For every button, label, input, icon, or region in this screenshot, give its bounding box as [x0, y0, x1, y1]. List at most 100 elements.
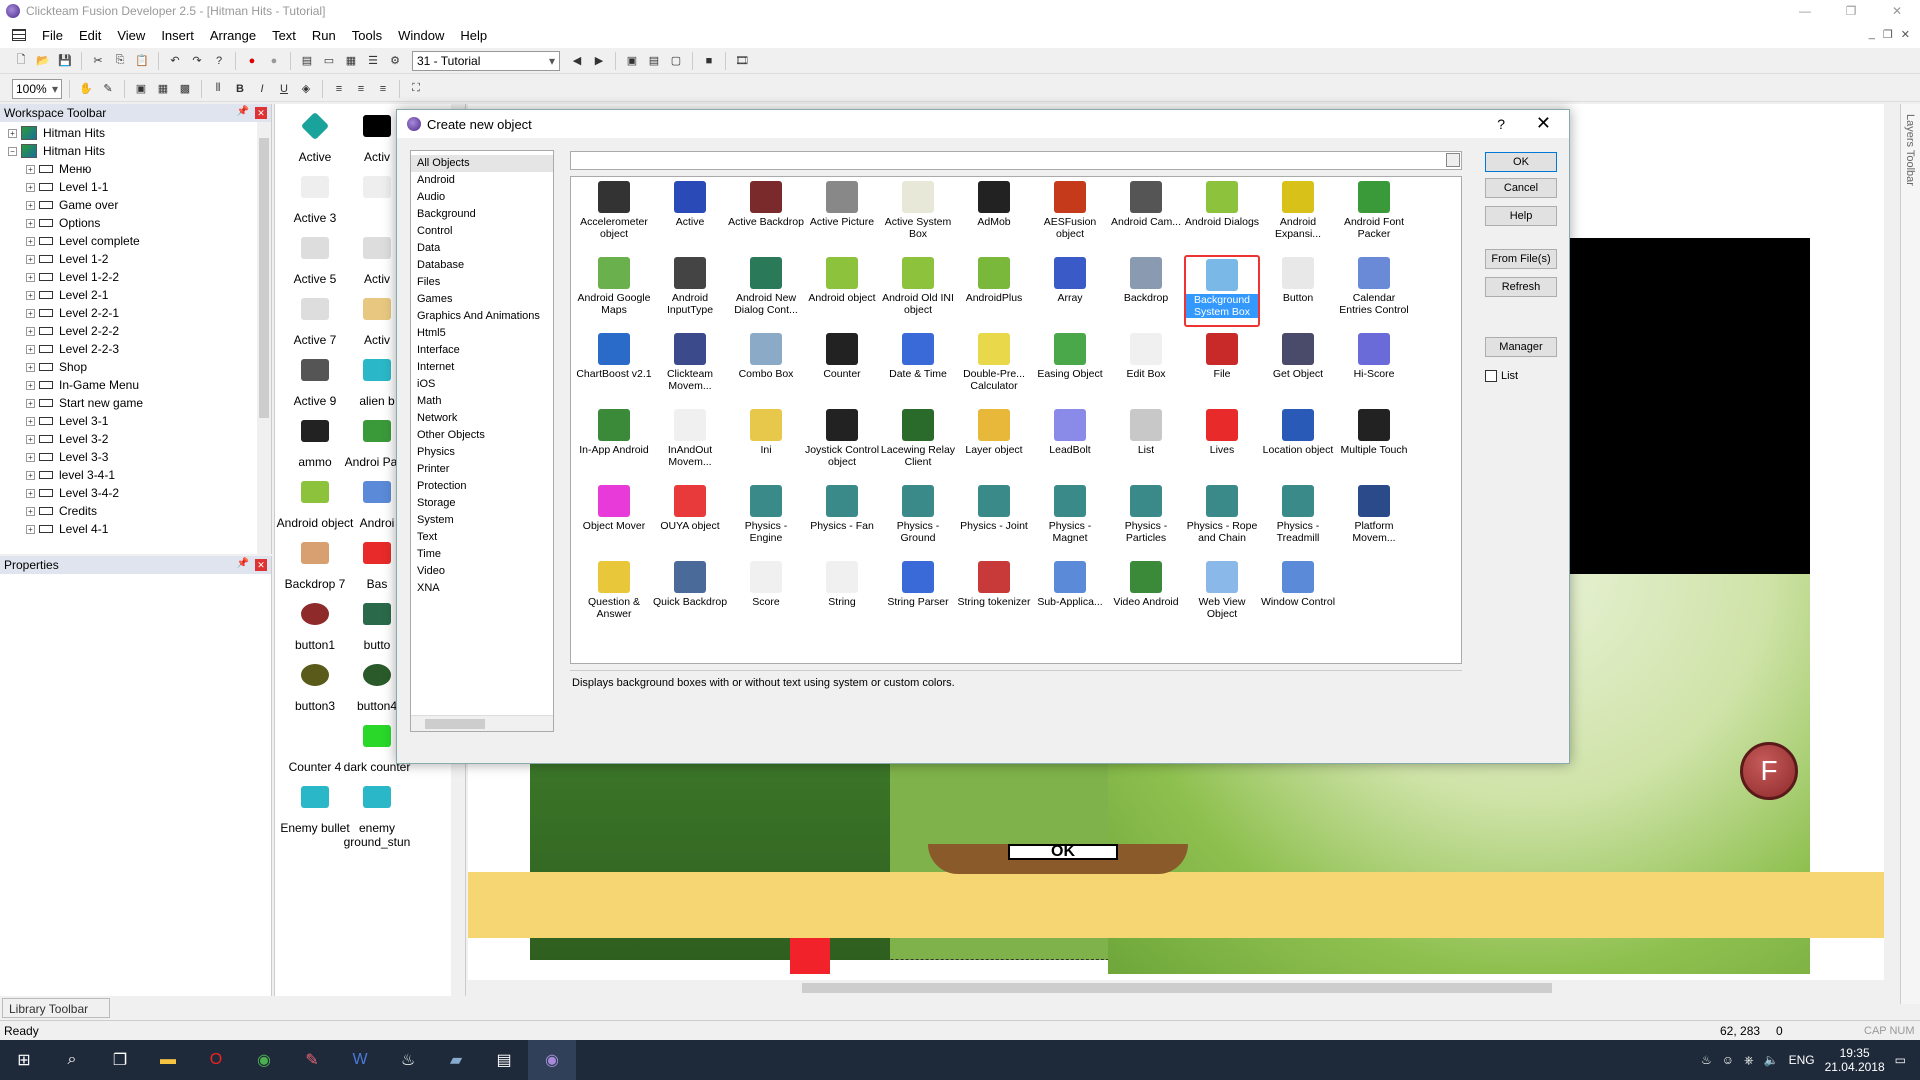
object-type-item[interactable]: Physics - Treadmill [1260, 483, 1336, 555]
build-icon[interactable]: ▢ [667, 52, 685, 70]
object-type-item[interactable]: Physics - Joint [956, 483, 1032, 555]
expand-icon[interactable]: + [8, 128, 17, 138]
frame-vertical-scrollbar[interactable] [1884, 104, 1900, 980]
category-item[interactable]: Control [411, 223, 553, 240]
category-item[interactable]: Network [411, 410, 553, 427]
category-scrollbar[interactable] [411, 715, 553, 731]
category-item[interactable]: System [411, 512, 553, 529]
f-button-object[interactable]: F [1740, 742, 1798, 800]
tree-item[interactable]: + Level 3-3 [0, 448, 271, 466]
tree-item[interactable]: + Credits [0, 502, 271, 520]
forward-icon[interactable]: ● [265, 52, 283, 70]
language-indicator[interactable]: ENG [1789, 1053, 1815, 1067]
category-item[interactable]: Data [411, 240, 553, 257]
object-type-item[interactable]: AESFusion object [1032, 179, 1108, 251]
category-item[interactable]: Printer [411, 461, 553, 478]
fusion-icon[interactable]: ◉ [528, 1040, 576, 1080]
minimize-icon[interactable]: — [1782, 0, 1828, 22]
pick-icon[interactable]: ✎ [99, 80, 117, 98]
object-type-item[interactable]: Physics - Particles [1108, 483, 1184, 555]
cut-icon[interactable]: ✂ [89, 52, 107, 70]
object-type-item[interactable]: Android Expansi... [1260, 179, 1336, 251]
expand-icon[interactable]: + [26, 398, 35, 408]
tree-item[interactable]: + Level 2-2-3 [0, 340, 271, 358]
expand-icon[interactable]: + [26, 470, 35, 480]
object-type-item[interactable]: String Parser [880, 559, 956, 631]
tree-item[interactable]: + Level 3-4-2 [0, 484, 271, 502]
category-item[interactable]: Files [411, 274, 553, 291]
network-tray-icon[interactable]: ⎈ [1744, 1053, 1754, 1068]
align-center-icon[interactable]: ≡ [352, 80, 370, 98]
object-type-item[interactable]: Video Android [1108, 559, 1184, 631]
object-type-item[interactable]: Location object [1260, 407, 1336, 479]
category-item[interactable]: All Objects [411, 155, 553, 172]
category-item[interactable]: Storage [411, 495, 553, 512]
document-icon[interactable]: ▤ [480, 1040, 528, 1080]
category-item[interactable]: Background [411, 206, 553, 223]
expand-icon[interactable]: + [26, 218, 35, 228]
underline-icon[interactable]: U [275, 80, 293, 98]
word-icon[interactable]: W [336, 1040, 384, 1080]
paste-icon[interactable]: 📋 [133, 52, 151, 70]
cancel-button[interactable]: Cancel [1485, 178, 1557, 198]
start-icon[interactable]: ⊞ [0, 1040, 48, 1080]
object-type-item[interactable]: LeadBolt [1032, 407, 1108, 479]
tree-item[interactable]: + Level 2-2-1 [0, 304, 271, 322]
object-type-item[interactable]: AndroidPlus [956, 255, 1032, 327]
refresh-button[interactable]: Refresh [1485, 277, 1557, 297]
object-type-item[interactable]: Question & Answer [576, 559, 652, 631]
italic-icon[interactable]: I [253, 80, 271, 98]
fit-icon[interactable]: ⛶ [407, 80, 425, 98]
mdi-minimize-icon[interactable]: _ [1869, 28, 1875, 41]
paint-icon[interactable]: ✎ [288, 1040, 336, 1080]
category-item[interactable]: XNA [411, 580, 553, 597]
object-type-item[interactable]: Active Picture [804, 179, 880, 251]
tree-item[interactable]: + Options [0, 214, 271, 232]
steam-tray-icon[interactable]: ♨ [1701, 1053, 1712, 1067]
grid-icon[interactable]: ■ [700, 52, 718, 70]
save-icon[interactable]: 💾 [56, 52, 74, 70]
menu-text[interactable]: Text [264, 28, 304, 43]
mdi-restore-icon[interactable]: ❐ [1883, 28, 1893, 41]
close-icon[interactable]: ✕ [1874, 0, 1920, 22]
notifications-icon[interactable]: ▭ [1895, 1053, 1906, 1067]
ok-sign-object[interactable]: OK [928, 844, 1188, 874]
object-type-item[interactable]: File [1184, 331, 1260, 403]
tree-item[interactable]: + Level 1-2-2 [0, 268, 271, 286]
dialog-help-icon[interactable]: ? [1497, 116, 1505, 132]
category-item[interactable]: Android [411, 172, 553, 189]
notes-icon[interactable]: ▰ [432, 1040, 480, 1080]
object-type-item[interactable]: String [804, 559, 880, 631]
object-type-item[interactable]: Counter [804, 331, 880, 403]
fill-color-icon[interactable]: ◈ [297, 80, 315, 98]
film-icon[interactable]: 🎞 [733, 52, 751, 70]
align-left-icon[interactable]: ≡ [330, 80, 348, 98]
expand-icon[interactable]: + [26, 524, 35, 534]
search-icon[interactable]: ⌕ [48, 1040, 96, 1080]
next-frame-icon[interactable]: ▶ [590, 52, 608, 70]
manager-button[interactable]: Manager [1485, 337, 1557, 357]
object-type-item[interactable]: Multiple Touch [1336, 407, 1412, 479]
expand-icon[interactable]: + [26, 506, 35, 516]
object-type-item[interactable]: Physics - Rope and Chain [1184, 483, 1260, 555]
bold-icon[interactable]: B [231, 80, 249, 98]
object-type-item[interactable]: Backdrop [1108, 255, 1184, 327]
tree-item[interactable]: + Level 3-2 [0, 430, 271, 448]
object-type-item[interactable]: Lacewing Relay Client [880, 407, 956, 479]
object-type-item[interactable]: Object Mover [576, 483, 652, 555]
object-type-item[interactable]: Quick Backdrop [652, 559, 728, 631]
menu-window[interactable]: Window [390, 28, 452, 43]
category-item[interactable]: Text [411, 529, 553, 546]
object-type-item[interactable]: Array [1032, 255, 1108, 327]
prev-frame-icon[interactable]: ◀ [568, 52, 586, 70]
object-type-item[interactable]: Android New Dialog Cont... [728, 255, 804, 327]
category-item[interactable]: Time [411, 546, 553, 563]
opera-icon[interactable]: O [192, 1040, 240, 1080]
object-type-item[interactable]: AdMob [956, 179, 1032, 251]
volume-tray-icon[interactable]: 🔈 [1764, 1053, 1779, 1067]
steam-icon[interactable]: ♨ [384, 1040, 432, 1080]
align-icon[interactable]: ⫴ [209, 80, 227, 98]
tree-item[interactable]: + Level complete [0, 232, 271, 250]
category-item[interactable]: Graphics And Animations [411, 308, 553, 325]
copy-icon[interactable]: ⎘ [111, 52, 129, 70]
